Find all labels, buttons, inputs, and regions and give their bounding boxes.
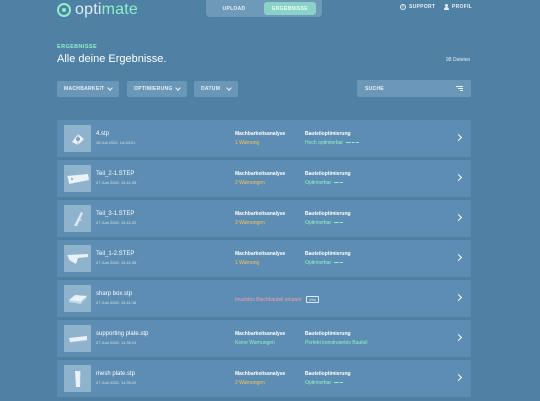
filter-manufacturability-label: MACHBARKEIT xyxy=(64,86,105,92)
file-date: 27 Juni 2022, 11:41:25 xyxy=(96,180,137,185)
top-bar: optimate UPLOAD ERGEBNISSE ? SUPPORT PRO… xyxy=(0,0,540,22)
file-name: Teil_3-1.STEP xyxy=(96,211,135,217)
chevron-down-icon xyxy=(107,85,113,91)
logo-mark-icon xyxy=(57,3,71,17)
optimization-level-indicator xyxy=(334,181,344,184)
analysis-value: 1 Warnung xyxy=(235,260,260,266)
analysis-label: Machbarkeitsanalyse xyxy=(235,331,286,337)
analysis-label: Machbarkeitsanalyse xyxy=(235,211,286,217)
optimization-value: Optimierbar xyxy=(305,180,344,186)
main-tabs: UPLOAD ERGEBNISSE xyxy=(206,0,322,17)
optimization-level-indicator xyxy=(334,221,344,224)
analysis-value: Keine Warnungen xyxy=(235,340,275,346)
filter-date-label: DATUM xyxy=(201,86,221,92)
part-thumbnail xyxy=(64,285,91,312)
filter-optimization[interactable]: OPTIMIERUNG xyxy=(127,81,187,97)
file-date: 28 Juli 2022, 14:34:01 xyxy=(96,140,136,145)
chevron-right-icon[interactable] xyxy=(454,213,463,222)
file-date: 27 Juni 2022, 11:39:22 xyxy=(96,380,137,385)
search-box xyxy=(357,80,471,97)
optimization-value: Optimierbar xyxy=(305,260,344,266)
chevron-down-icon xyxy=(226,85,232,91)
analysis-label: Machbarkeitsanalyse xyxy=(235,251,286,257)
optimization-label: Bauteiloptimierung xyxy=(305,331,351,337)
optimization-level-indicator xyxy=(334,261,344,264)
optimization-value: Optimierbar xyxy=(305,220,344,226)
file-name: supporting plate.stp xyxy=(96,331,149,337)
file-name: Teil_2-1.STEP xyxy=(96,171,135,177)
file-name: 4.stp xyxy=(96,131,110,137)
user-icon xyxy=(444,4,449,10)
file-name: mesh plate.stp xyxy=(96,371,136,377)
part-thumbnail xyxy=(64,165,91,192)
optimization-value: Optimierbar xyxy=(305,380,344,386)
file-count: 98 Dateien xyxy=(446,57,471,63)
profile-label: PROFIL xyxy=(452,4,473,10)
filter-optimization-label: OPTIMIERUNG xyxy=(134,86,173,92)
file-name: sharp box.stp xyxy=(96,291,133,297)
chevron-right-icon[interactable] xyxy=(454,333,463,342)
file-date: 27 Juni 2022, 11:39:24 xyxy=(96,340,137,345)
filter-manufacturability[interactable]: MACHBARKEIT xyxy=(57,81,119,97)
chevron-right-icon[interactable] xyxy=(454,253,463,262)
list-item[interactable]: Teil_1-2.STEP 27 Juni 2022, 11:41:28 Mac… xyxy=(57,240,471,277)
filter-date[interactable]: DATUM xyxy=(194,81,238,97)
optimization-label: Bauteiloptimierung xyxy=(305,251,351,257)
analysis-value: 1 Warnung xyxy=(235,140,260,146)
part-thumbnail xyxy=(64,125,91,152)
section-eyebrow: ERGEBNISSE xyxy=(57,44,98,50)
optimization-level-indicator xyxy=(334,381,344,384)
analysis-value: 2 Warnungen xyxy=(235,380,265,386)
file-date: 27 Juni 2022, 11:41:28 xyxy=(96,260,137,265)
list-item[interactable]: mesh plate.stp 27 Juni 2022, 11:39:22 Ma… xyxy=(57,360,471,397)
optimization-label: Bauteiloptimierung xyxy=(305,131,351,137)
tab-upload[interactable]: UPLOAD xyxy=(209,2,259,15)
analysis-value: 2 Warnungen xyxy=(235,180,265,186)
part-thumbnail xyxy=(64,245,91,272)
page-title: Alle deine Ergebnisse. xyxy=(57,53,167,65)
optimization-label: Bauteiloptimierung xyxy=(305,211,351,217)
part-thumbnail xyxy=(64,205,91,232)
filter-lines-icon[interactable] xyxy=(456,85,463,92)
chevron-right-icon[interactable] xyxy=(454,173,463,182)
optimization-value: Perfekt konstruiertes Bauteil xyxy=(305,340,368,346)
logo-text: optimate xyxy=(75,1,138,18)
info-badge[interactable]: Info xyxy=(306,296,320,303)
chevron-down-icon xyxy=(175,85,181,91)
help-icon: ? xyxy=(400,4,406,10)
analysis-label: Machbarkeitsanalyse xyxy=(235,171,286,177)
list-item[interactable]: supporting plate.stp 27 Juni 2022, 11:39… xyxy=(57,320,471,357)
results-list: 4.stp 28 Juli 2022, 14:34:01 Machbarkeit… xyxy=(57,120,471,400)
support-label: SUPPORT xyxy=(409,4,436,10)
optimization-level-indicator xyxy=(346,141,360,144)
file-date: 27 Juni 2022, 11:41:22 xyxy=(96,220,137,225)
list-item[interactable]: Teil_3-1.STEP 27 Juni 2022, 11:41:22 Mac… xyxy=(57,200,471,237)
logo[interactable]: optimate xyxy=(57,0,138,20)
list-item[interactable]: Teil_2-1.STEP 27 Juni 2022, 11:41:25 Mac… xyxy=(57,160,471,197)
tab-results[interactable]: ERGEBNISSE xyxy=(264,2,316,15)
part-thumbnail xyxy=(64,325,91,352)
search-input[interactable] xyxy=(365,85,445,92)
optimization-label: Bauteiloptimierung xyxy=(305,171,351,177)
optimization-label: Bauteiloptimierung xyxy=(305,371,351,377)
analysis-label: Machbarkeitsanalyse xyxy=(235,371,286,377)
chevron-right-icon[interactable] xyxy=(454,373,463,382)
file-name: Teil_1-2.STEP xyxy=(96,251,135,257)
analysis-value: 3 Warnungen xyxy=(235,220,265,226)
list-item[interactable]: sharp box.stp 27 Juni 2022, 11:41:16 Inv… xyxy=(57,280,471,317)
invalid-part-message: Invalides Blechbauteil erkannt Info xyxy=(235,296,320,303)
chevron-right-icon[interactable] xyxy=(454,293,463,302)
list-item[interactable]: 4.stp 28 Juli 2022, 14:34:01 Machbarkeit… xyxy=(57,120,471,157)
profile-link[interactable]: PROFIL xyxy=(444,4,472,10)
analysis-label: Machbarkeitsanalyse xyxy=(235,131,286,137)
support-link[interactable]: ? SUPPORT xyxy=(400,4,435,10)
optimization-value: Hoch optimierbar xyxy=(305,140,360,146)
part-thumbnail xyxy=(64,365,91,392)
chevron-right-icon[interactable] xyxy=(454,133,463,142)
file-date: 27 Juni 2022, 11:41:16 xyxy=(96,300,137,305)
